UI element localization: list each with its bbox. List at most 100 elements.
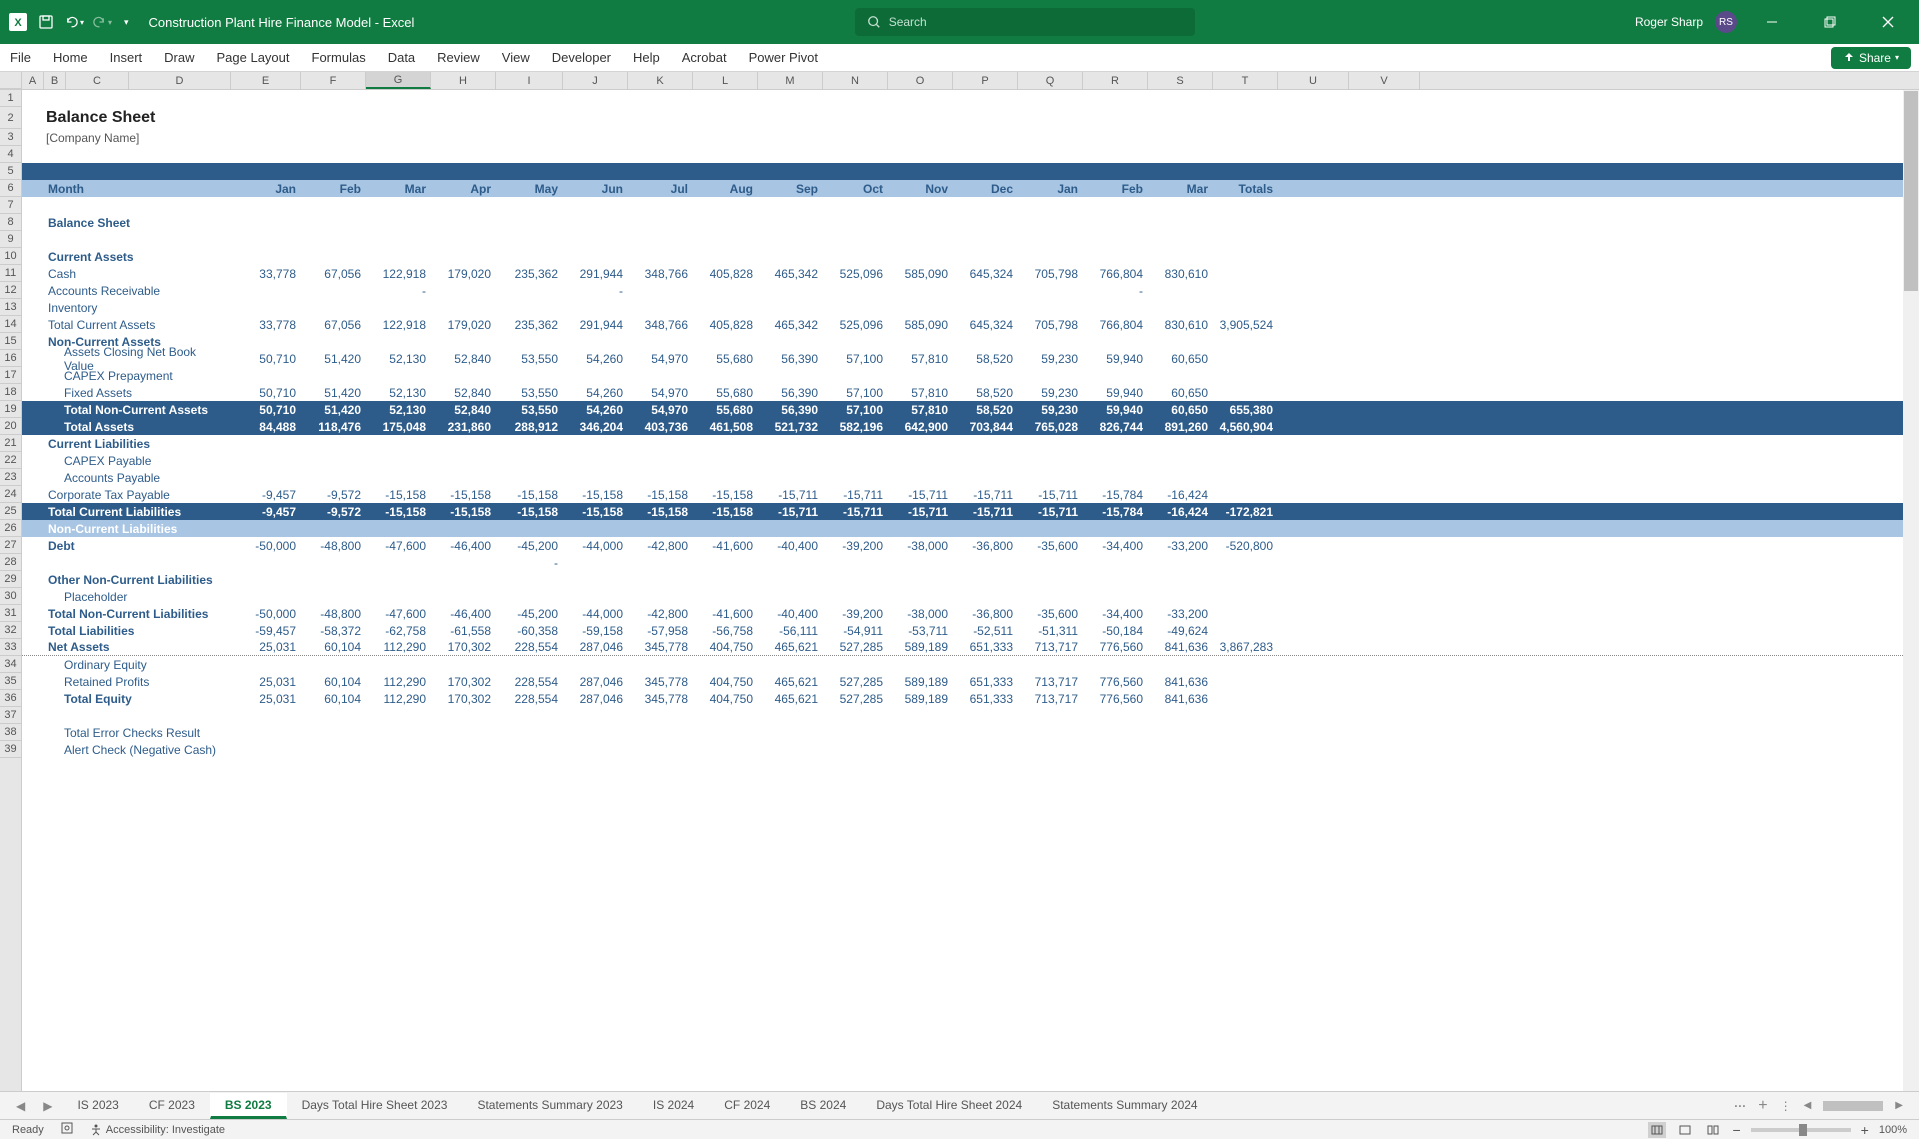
cell-value[interactable]: -62,758 bbox=[366, 622, 431, 639]
cell-value[interactable]: 776,560 bbox=[1083, 639, 1148, 655]
cell-value[interactable]: 345,778 bbox=[628, 690, 693, 707]
col-header-B[interactable]: B bbox=[44, 72, 66, 89]
cell-value[interactable] bbox=[301, 469, 366, 486]
cell-value[interactable] bbox=[628, 520, 693, 537]
cell-value[interactable]: 58,520 bbox=[953, 384, 1018, 401]
cell-value[interactable]: 51,420 bbox=[301, 384, 366, 401]
cell-value[interactable] bbox=[496, 588, 563, 605]
cell-value[interactable] bbox=[823, 469, 888, 486]
cell-value[interactable]: -33,200 bbox=[1148, 605, 1213, 622]
cell-value[interactable] bbox=[1213, 469, 1278, 486]
cell-value[interactable]: 465,621 bbox=[758, 639, 823, 655]
cell-value[interactable] bbox=[1213, 452, 1278, 469]
cell-value[interactable]: 525,096 bbox=[823, 316, 888, 333]
cell-value[interactable] bbox=[1148, 656, 1213, 673]
cell-value[interactable] bbox=[1278, 673, 1349, 690]
col-header-N[interactable]: N bbox=[823, 72, 888, 89]
cell-value[interactable]: -40,400 bbox=[758, 537, 823, 554]
cell-value[interactable]: 2023 bbox=[823, 163, 888, 180]
cell-value[interactable] bbox=[563, 469, 628, 486]
avatar[interactable]: RS bbox=[1715, 11, 1737, 33]
cell-value[interactable] bbox=[1213, 265, 1278, 282]
cell-value[interactable] bbox=[953, 520, 1018, 537]
zoom-level[interactable]: 100% bbox=[1879, 1124, 1907, 1136]
row-header-20[interactable]: 20 bbox=[0, 418, 21, 435]
cell-value[interactable]: 52,130 bbox=[366, 350, 431, 367]
cell-value[interactable] bbox=[888, 520, 953, 537]
cell-value[interactable]: -49,624 bbox=[1148, 622, 1213, 639]
cell-value[interactable]: -39,200 bbox=[823, 605, 888, 622]
cell-value[interactable] bbox=[1083, 299, 1148, 316]
cell-value[interactable] bbox=[563, 588, 628, 605]
cell-value[interactable] bbox=[758, 656, 823, 673]
add-sheet-button[interactable]: + bbox=[1758, 1097, 1767, 1115]
cell-value[interactable]: -15,158 bbox=[431, 486, 496, 503]
cell-value[interactable]: 585,090 bbox=[888, 265, 953, 282]
cell-value[interactable] bbox=[1018, 656, 1083, 673]
cell-value[interactable]: -38,000 bbox=[888, 605, 953, 622]
cell-value[interactable] bbox=[563, 554, 628, 571]
row-header-37[interactable]: 37 bbox=[0, 707, 21, 724]
cell-value[interactable] bbox=[953, 452, 1018, 469]
cell-value[interactable]: 766,804 bbox=[1083, 316, 1148, 333]
cell-value[interactable]: 527,285 bbox=[823, 673, 888, 690]
cell-value[interactable]: 776,560 bbox=[1083, 673, 1148, 690]
row-header-31[interactable]: 31 bbox=[0, 605, 21, 622]
cell-value[interactable]: -38,000 bbox=[888, 537, 953, 554]
col-header-V[interactable]: V bbox=[1349, 72, 1420, 89]
cell-value[interactable]: - bbox=[496, 554, 563, 571]
cell-value[interactable]: 56,390 bbox=[758, 384, 823, 401]
cell-value[interactable] bbox=[1148, 452, 1213, 469]
cell-value[interactable] bbox=[563, 367, 628, 384]
cell-value[interactable]: -9,572 bbox=[301, 486, 366, 503]
cell-value[interactable]: -35,600 bbox=[1018, 537, 1083, 554]
cell-value[interactable]: 345,778 bbox=[628, 639, 693, 655]
cell-value[interactable]: Apr bbox=[431, 180, 496, 197]
qa-dropdown-icon[interactable]: ▾ bbox=[120, 17, 133, 28]
cell-value[interactable] bbox=[823, 299, 888, 316]
cell-value[interactable]: 118,476 bbox=[301, 418, 366, 435]
cell-value[interactable] bbox=[1018, 452, 1083, 469]
cell-value[interactable] bbox=[888, 299, 953, 316]
col-header-H[interactable]: H bbox=[431, 72, 496, 89]
col-header-D[interactable]: D bbox=[129, 72, 231, 89]
cell-value[interactable]: 33,778 bbox=[231, 265, 301, 282]
cell-value[interactable]: -36,800 bbox=[953, 605, 1018, 622]
cell-value[interactable]: 2023 bbox=[563, 163, 628, 180]
cell-value[interactable]: 179,020 bbox=[431, 316, 496, 333]
cell-value[interactable]: 55,680 bbox=[693, 350, 758, 367]
cell-value[interactable]: 651,333 bbox=[953, 639, 1018, 655]
cell-value[interactable]: 287,046 bbox=[563, 690, 628, 707]
sheet-tab-bs-2023[interactable]: BS 2023 bbox=[210, 1093, 287, 1119]
row-header-30[interactable]: 30 bbox=[0, 588, 21, 605]
cell-value[interactable]: -58,372 bbox=[301, 622, 366, 639]
row-header-23[interactable]: 23 bbox=[0, 469, 21, 486]
cell-value[interactable] bbox=[431, 367, 496, 384]
cell-value[interactable]: 841,636 bbox=[1148, 690, 1213, 707]
ribbon-tab-data[interactable]: Data bbox=[386, 46, 417, 69]
cell-value[interactable]: -15,158 bbox=[628, 503, 693, 520]
cell-value[interactable]: -520,800 bbox=[1213, 537, 1278, 554]
cell-value[interactable]: -51,311 bbox=[1018, 622, 1083, 639]
cell-value[interactable] bbox=[1213, 690, 1278, 707]
cell-value[interactable]: 2023 bbox=[431, 163, 496, 180]
cell-value[interactable]: 55,680 bbox=[693, 384, 758, 401]
row-header-10[interactable]: 10 bbox=[0, 248, 21, 265]
cell-value[interactable] bbox=[366, 299, 431, 316]
cell-value[interactable] bbox=[953, 469, 1018, 486]
sheet-tab-days-total-hire-sheet-2024[interactable]: Days Total Hire Sheet 2024 bbox=[861, 1093, 1037, 1119]
cell-value[interactable] bbox=[301, 520, 366, 537]
cell-value[interactable]: -56,111 bbox=[758, 622, 823, 639]
cell-value[interactable] bbox=[888, 367, 953, 384]
cell-value[interactable]: -59,457 bbox=[231, 622, 301, 639]
row-header-14[interactable]: 14 bbox=[0, 316, 21, 333]
cell-value[interactable]: 59,230 bbox=[1018, 350, 1083, 367]
cell-value[interactable] bbox=[1278, 180, 1349, 197]
cell-value[interactable]: 54,970 bbox=[628, 384, 693, 401]
sheet-tabs-more[interactable]: ··· bbox=[1734, 1099, 1746, 1113]
cell-value[interactable]: 52,840 bbox=[431, 350, 496, 367]
cell-value[interactable]: 84,488 bbox=[231, 418, 301, 435]
cell-value[interactable]: -15,784 bbox=[1083, 503, 1148, 520]
cell-value[interactable]: 54,260 bbox=[563, 350, 628, 367]
cell-value[interactable]: -45,200 bbox=[496, 537, 563, 554]
